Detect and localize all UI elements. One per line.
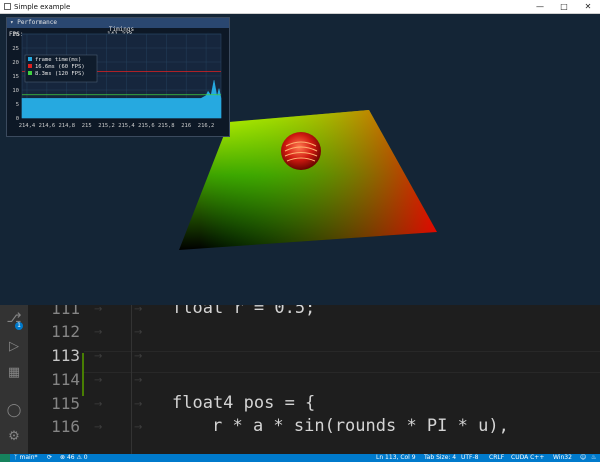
window-title: Simple example (14, 3, 71, 11)
x-tick-label: 215,4 (118, 123, 135, 129)
legend-swatch (28, 57, 32, 61)
minimize-icon[interactable]: — (528, 0, 552, 14)
whitespace-arrow-icon: → (134, 399, 143, 410)
branch-status[interactable]: ᛉ main* (14, 454, 38, 462)
maximize-icon[interactable]: □ (552, 0, 576, 14)
whitespace-arrow-icon: → (94, 351, 103, 362)
tab-size[interactable]: Tab Size: 4 (424, 454, 456, 462)
app-icon (4, 3, 11, 10)
warnings-count: 0 (83, 454, 88, 461)
code-line[interactable]: float4 pos = { (172, 393, 315, 413)
line-number: 114 (51, 370, 80, 389)
x-tick-label: 214,4 (19, 123, 36, 129)
chart-legend: frame time(ms)16.6ms (60 FPS)8.3ms (120 … (24, 54, 98, 83)
line-number: 113 (51, 346, 80, 365)
whitespace-arrow-icon: → (134, 305, 143, 315)
status-bar: ᛉ main* ⟳ ⊗ 46 ⚠ 0 Ln 113, Col 9 Tab Siz… (0, 454, 600, 462)
y-tick-label: 10 (12, 88, 19, 94)
current-line-highlight (84, 351, 600, 373)
y-tick-label: 15 (12, 74, 19, 80)
code-editor[interactable]: ⎇ 1 ▷ ▦ ◯ ⚙ 111 → → float r = 0.5; 112 → → 113 →… (0, 305, 600, 454)
line-number: 111 (51, 305, 80, 318)
timings-chart[interactable]: Timings 30 25 20 15 10 5 0214,4 214,6 214,8 215 215… (8, 24, 225, 134)
x-tick-label: 215 (82, 123, 92, 129)
line-ending[interactable]: CRLF (489, 454, 504, 462)
chart-title: Timings (109, 26, 135, 33)
settings-gear-icon[interactable]: ⚙ (6, 429, 22, 445)
y-tick-label: 30 (12, 32, 19, 38)
sync-icon[interactable]: ⟳ (47, 454, 52, 462)
x-tick-label: 214,8 (58, 123, 75, 129)
extensions-icon[interactable]: ▦ (6, 365, 22, 381)
y-tick-label: 20 (12, 60, 19, 66)
remote-indicator-icon[interactable] (0, 454, 10, 462)
y-tick-label: 25 (12, 46, 19, 52)
line-number: 115 (51, 394, 80, 413)
source-control-badge: 1 (15, 322, 23, 330)
notifications-icon[interactable]: ♨ (591, 454, 596, 462)
feedback-icon[interactable]: ☺ (580, 454, 586, 462)
x-tick-label: 215,2 (98, 123, 115, 129)
whitespace-arrow-icon: → (134, 327, 143, 338)
legend-swatch (28, 64, 32, 68)
line-number: 112 (51, 322, 80, 341)
problems-count: 46 (66, 454, 75, 461)
legend-swatch (28, 71, 32, 75)
platform[interactable]: Win32 (553, 454, 572, 462)
x-tick-label: 215,8 (158, 123, 175, 129)
whitespace-arrow-icon: → (134, 375, 143, 386)
branch-name: main* (19, 454, 38, 461)
whitespace-arrow-icon: → (94, 327, 103, 338)
run-debug-icon[interactable]: ▷ (6, 339, 22, 355)
whitespace-arrow-icon: → (134, 351, 143, 362)
whitespace-arrow-icon: → (94, 399, 103, 410)
whitespace-arrow-icon: → (94, 375, 103, 386)
whitespace-arrow-icon: → (134, 422, 143, 433)
y-tick-label: 5 (16, 102, 19, 108)
encoding[interactable]: UTF-8 (461, 454, 479, 462)
legend-label: 8.3ms (120 FPS) (35, 71, 85, 77)
x-tick-label: 214,6 (39, 123, 56, 129)
close-icon[interactable]: ✕ (576, 0, 600, 14)
code-line[interactable]: r * a * sin(rounds * PI * u), (212, 416, 509, 436)
indent-guide (131, 305, 132, 454)
line-number: 116 (51, 417, 80, 436)
x-tick-label: 215,6 (138, 123, 155, 129)
x-tick-label: 216 (181, 123, 191, 129)
language-mode[interactable]: CUDA C++ (511, 454, 544, 462)
problems-status[interactable]: ⊗ 46 ⚠ 0 (60, 454, 88, 462)
legend-label: frame time(ms) (35, 57, 81, 63)
rendered-sphere (281, 132, 321, 170)
title-bar[interactable]: Simple example — □ ✕ (0, 0, 600, 14)
app-window: Simple example — □ ✕ ▾ Performance FPS: … (0, 0, 600, 305)
y-tick-label: 0 (16, 116, 19, 122)
legend-label: 16.6ms (60 FPS) (35, 64, 85, 70)
cursor-position[interactable]: Ln 113, Col 9 (376, 454, 416, 462)
activity-bar: ⎇ 1 ▷ ▦ ◯ ⚙ (0, 305, 28, 454)
whitespace-arrow-icon: → (94, 422, 103, 433)
account-icon[interactable]: ◯ (6, 403, 22, 419)
whitespace-arrow-icon: → (94, 305, 103, 315)
code-line[interactable]: float r = 0.5; (172, 305, 315, 318)
x-tick-label: 216,2 (198, 123, 215, 129)
